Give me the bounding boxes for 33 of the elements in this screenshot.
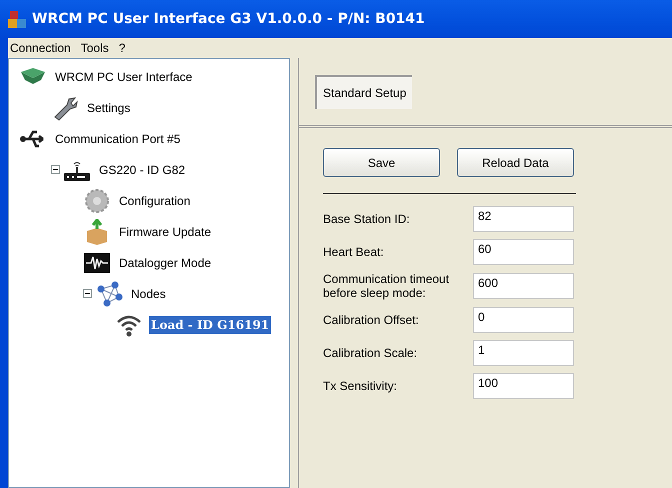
field-label: Calibration Offset: xyxy=(323,313,420,327)
action-button[interactable]: Save xyxy=(323,148,440,177)
app-icon xyxy=(8,10,26,28)
field-label: Calibration Scale: xyxy=(323,346,418,360)
tree-item[interactable]: Communication Port #5 xyxy=(53,130,182,148)
tree-item[interactable]: Datalogger Mode xyxy=(117,254,214,272)
tree-item[interactable]: GS220 - ID G82 xyxy=(97,160,188,178)
action-button[interactable]: Reload Data xyxy=(457,148,574,177)
input-field[interactable]: 0 xyxy=(473,307,574,333)
input-field[interactable]: 100 xyxy=(473,373,574,399)
input-field[interactable]: 82 xyxy=(473,206,574,232)
menu-item[interactable]: Connection xyxy=(10,39,71,57)
tree-item[interactable]: Nodes xyxy=(129,284,168,302)
tree-item[interactable]: Configuration xyxy=(117,192,192,210)
field-label: Heart Beat: xyxy=(323,245,385,259)
gear-icon xyxy=(83,188,111,214)
field-label: Base Station ID: xyxy=(323,212,411,226)
collapse-toggle[interactable] xyxy=(51,165,60,174)
tab[interactable]: Standard Setup xyxy=(315,74,412,108)
input-field[interactable]: 600 xyxy=(473,273,574,299)
menu-item[interactable]: Tools xyxy=(80,39,109,57)
field-label: Communication timeout before sleep mode: xyxy=(323,272,450,300)
tree-item[interactable]: Settings xyxy=(85,98,132,116)
field-label: Tx Sensitivity: xyxy=(323,379,398,393)
menu-item[interactable]: ? xyxy=(118,39,126,57)
collapse-toggle[interactable] xyxy=(83,289,92,298)
tree-item[interactable]: Load - ID G16191 xyxy=(149,316,272,334)
tree-item[interactable]: WRCM PC User Interface xyxy=(53,68,194,86)
input-field[interactable]: 60 xyxy=(473,239,574,265)
network-icon xyxy=(95,280,123,306)
tree-item[interactable]: Firmware Update xyxy=(117,222,214,240)
input-field[interactable]: 1 xyxy=(473,340,574,366)
window-title: WRCM PC User Interface G3 V1.0.0.0 - P/N: B0141 xyxy=(32,10,425,28)
